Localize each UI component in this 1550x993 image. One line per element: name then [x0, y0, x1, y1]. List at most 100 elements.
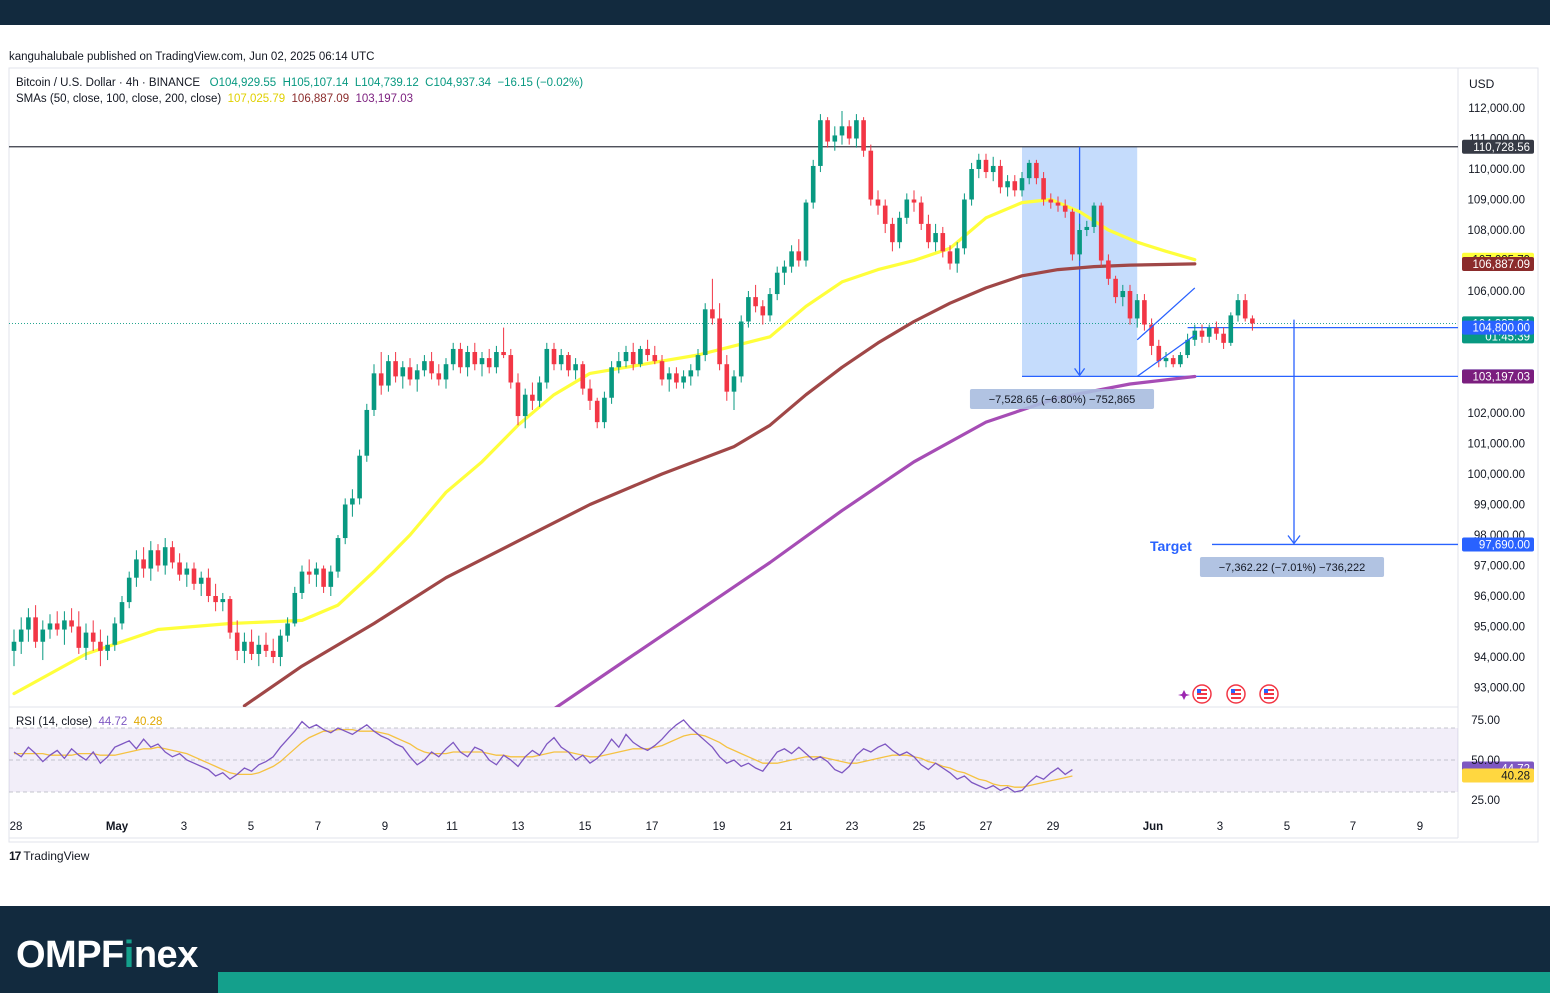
candle-body [443, 364, 449, 380]
candle-body [386, 361, 391, 386]
candle-body [292, 592, 298, 624]
candle-body [393, 361, 398, 377]
time-tick-label: 5 [1284, 821, 1290, 833]
price-label: 97,690.00 [1462, 537, 1534, 552]
sma200-line [553, 374, 1197, 707]
candle-body [378, 373, 384, 386]
candle-body [335, 538, 341, 572]
rsi-tick-label: 50.00 [1471, 755, 1500, 767]
ompfinex-logo[interactable]: OMPFinex [16, 934, 198, 977]
candle-body [242, 641, 247, 651]
candle-body [1026, 162, 1032, 179]
candle-body [825, 120, 830, 142]
chart-frame [8, 67, 1539, 843]
candle-body [1250, 318, 1255, 324]
tradingview-logo[interactable]: 17 TradingView [9, 849, 89, 863]
candle-body [119, 602, 125, 624]
candle-body [616, 361, 622, 368]
candle-body [450, 348, 456, 365]
candle-body [623, 352, 629, 362]
candle-body [62, 620, 67, 630]
candle-body [1156, 345, 1162, 362]
candle-body [177, 562, 182, 575]
candle-body [789, 251, 794, 267]
price-label: 104,800.00 [1462, 320, 1534, 335]
candle-body [522, 394, 528, 417]
us-flag-event-icon-stripe [1231, 693, 1241, 695]
candle-body [868, 150, 874, 200]
candle-body [234, 632, 240, 651]
time-tick-label: 11 [446, 821, 458, 833]
candle-body [69, 620, 74, 627]
time-tick-label: 3 [181, 821, 187, 833]
candle-body [573, 364, 578, 371]
candle-body [494, 352, 499, 368]
candle-body [47, 623, 53, 630]
us-flag-event-icon-canton [1231, 689, 1235, 693]
time-tick-label: 7 [315, 821, 321, 833]
price-tick-label: 112,000.00 [1468, 103, 1525, 115]
price-tick-label: 110,000.00 [1468, 164, 1525, 176]
price-tick-label: 108,000.00 [1467, 225, 1525, 237]
candle-body [18, 629, 24, 642]
candle-body [371, 373, 377, 410]
price-tick-label: 100,000.00 [1467, 469, 1525, 481]
candle-body [1178, 355, 1183, 365]
measure-label-2: −7,362.22 (−7.01%) −736,222 [1199, 557, 1385, 577]
candle-body [306, 571, 312, 575]
candle-body [674, 373, 679, 383]
candle-body [587, 388, 593, 401]
candle-body [580, 364, 586, 389]
candle-body [544, 348, 550, 383]
us-flag-event-icon-stripe [1264, 697, 1274, 699]
candle-body [1070, 211, 1075, 255]
candle-body [278, 635, 283, 657]
candle-body [782, 266, 787, 273]
candle-body [1134, 300, 1140, 319]
price-label: 40.28 [1462, 768, 1534, 783]
candle-body [400, 367, 406, 377]
time-tick-label: 17 [646, 821, 659, 833]
brand-dot: i [123, 934, 135, 976]
candle-body [918, 202, 924, 224]
candle-body [162, 547, 168, 566]
candle-body [839, 126, 845, 136]
us-flag-event-icon-canton [1197, 689, 1201, 693]
time-tick-label: 23 [846, 821, 859, 833]
candle-body [429, 361, 434, 374]
price-chart[interactable]: −7,528.65 (−6.80%) −752,865 −7,362.22 (−7… [0, 0, 1550, 906]
candle-body [1228, 315, 1234, 343]
candle-body [1077, 230, 1082, 255]
candle-body [875, 199, 881, 206]
measure-label-1: −7,528.65 (−6.80%) −752,865 [969, 389, 1155, 409]
candle-body [1091, 205, 1097, 227]
price-tick-label: 109,000.00 [1467, 195, 1525, 207]
candle-body [666, 373, 672, 380]
price-tick-label: 102,000.00 [1467, 408, 1525, 420]
time-tick-label: May [106, 821, 129, 833]
candle-body [227, 599, 233, 633]
candle-body [1005, 181, 1010, 188]
candle-body [558, 355, 564, 365]
price-tick-label: 94,000.00 [1474, 652, 1525, 664]
candle-body [1019, 178, 1025, 191]
us-flag-event-icon [1192, 684, 1212, 704]
us-flag-event-icon [1259, 684, 1279, 704]
candle-body [1235, 300, 1241, 316]
candle-body [1120, 291, 1126, 298]
candle-body [472, 352, 478, 365]
candle-body [213, 596, 218, 603]
candle-body [479, 358, 485, 365]
candle-body [1163, 358, 1169, 362]
candle-body [774, 272, 780, 295]
price-tick-label: 97,000.00 [1474, 561, 1525, 573]
candle-body [530, 394, 535, 401]
candle-body [1048, 199, 1054, 203]
candle-body [249, 641, 254, 654]
candle-body [270, 650, 276, 657]
candle-body [40, 629, 46, 642]
candle-body [54, 623, 60, 630]
candle-body [731, 376, 737, 392]
time-tick-label: 29 [1047, 821, 1060, 833]
price-label-text: 40.28 [1501, 771, 1530, 783]
